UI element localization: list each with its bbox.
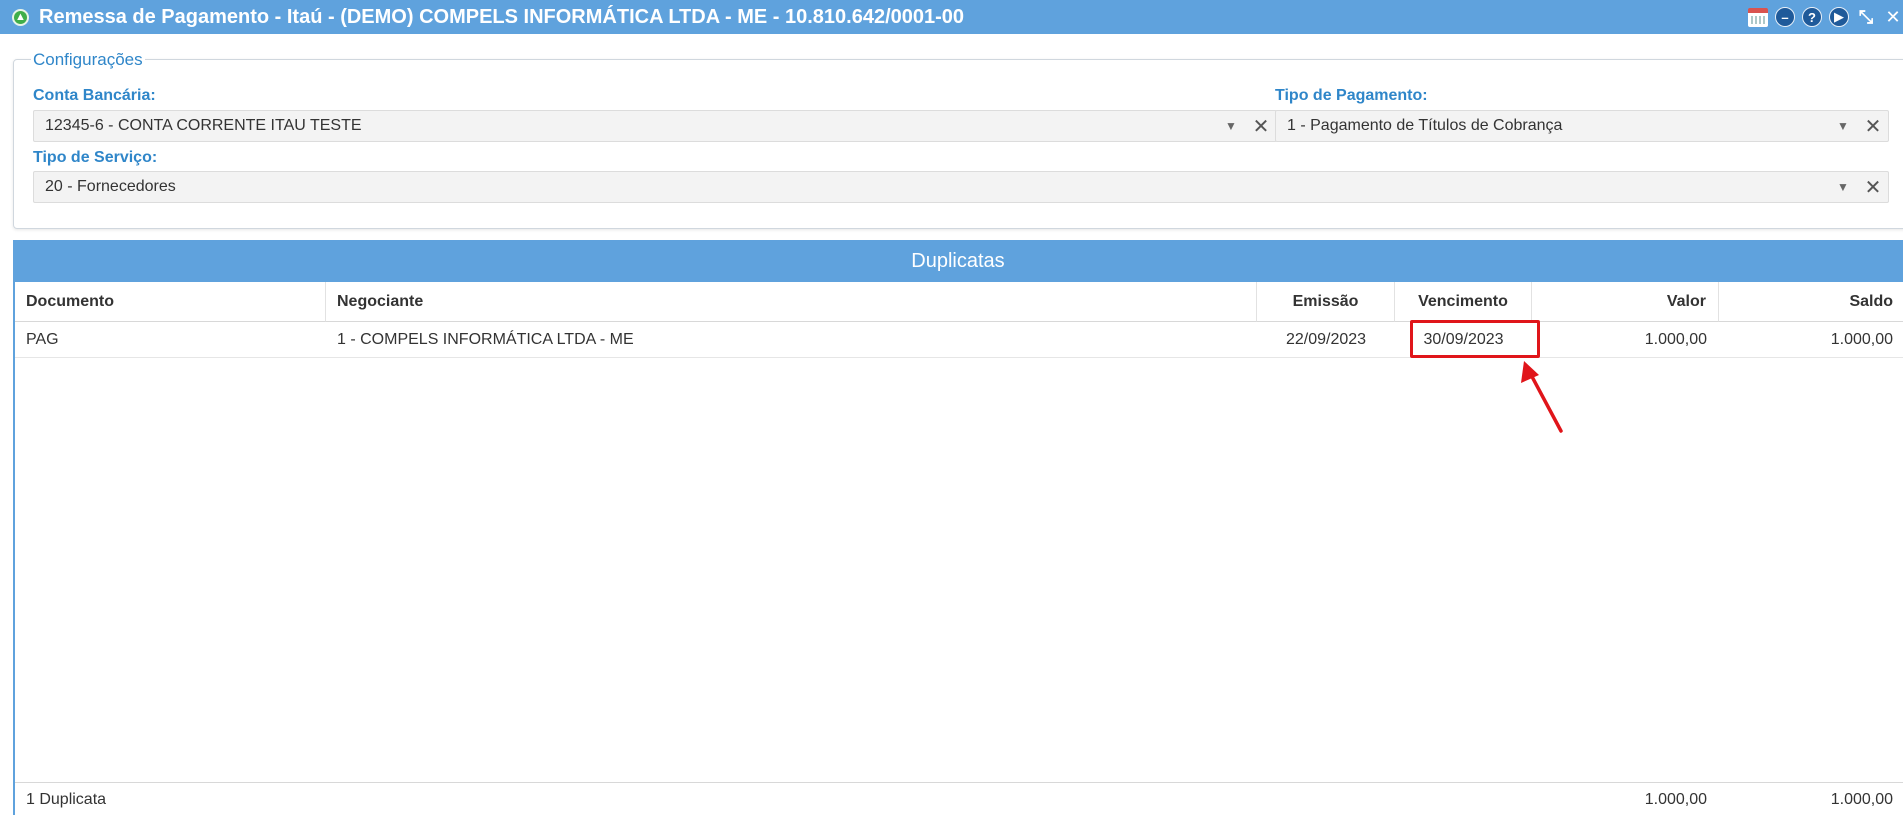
column-header-emissao[interactable]: Emissão — [1257, 282, 1395, 322]
collapse-icon[interactable]: ⤡ — [1856, 7, 1876, 27]
clear-icon[interactable]: ✕ — [1858, 111, 1888, 141]
grid-title: Duplicatas — [13, 240, 1903, 282]
column-header-documento[interactable]: Documento — [15, 282, 326, 322]
app-icon: ▲ — [12, 8, 29, 26]
window-tools: – ? ▶ ⤡ ✕ — [1748, 0, 1903, 34]
cell-saldo[interactable]: 1.000,00 — [1719, 322, 1903, 358]
chevron-down-icon[interactable]: ▼ — [1216, 111, 1246, 141]
window-titlebar: ▲ Remessa de Pagamento - Itaú - (DEMO) C… — [0, 0, 1903, 34]
minimize-icon[interactable]: – — [1775, 7, 1795, 27]
config-fieldset: Configurações Conta Bancária: 12345-6 - … — [13, 50, 1903, 229]
grid-footer: 1 Duplicata 1.000,00 1.000,00 — [15, 782, 1903, 815]
clear-icon[interactable]: ✕ — [1246, 111, 1276, 141]
column-header-saldo[interactable]: Saldo — [1719, 282, 1903, 322]
annotation-arrow-icon — [1521, 361, 1563, 433]
tipo-pagamento-label: Tipo de Pagamento: — [1275, 87, 1428, 104]
footer-valor-total: 1.000,00 — [1644, 791, 1707, 808]
cell-valor[interactable]: 1.000,00 — [1532, 322, 1719, 358]
help-icon[interactable]: ? — [1802, 7, 1822, 27]
chevron-down-icon[interactable]: ▼ — [1828, 111, 1858, 141]
vencimento-highlight-box — [1410, 320, 1540, 358]
tipo-servico-combo[interactable]: 20 - Fornecedores ▼ ✕ — [33, 171, 1889, 203]
footer-count: 1 Duplicata — [26, 791, 107, 808]
column-header-negociante[interactable]: Negociante — [326, 282, 1257, 322]
window-title: Remessa de Pagamento - Itaú - (DEMO) COM… — [39, 5, 965, 28]
column-header-vencimento[interactable]: Vencimento — [1395, 282, 1532, 322]
footer-saldo-total: 1.000,00 — [1830, 791, 1893, 808]
chevron-down-icon[interactable]: ▼ — [1828, 172, 1858, 202]
column-header-valor[interactable]: Valor — [1532, 282, 1719, 322]
duplicatas-grid: Documento Negociante Emissão Vencimento … — [13, 282, 1903, 815]
conta-bancaria-label: Conta Bancária: — [33, 87, 156, 104]
cell-documento[interactable]: PAG — [15, 322, 326, 358]
tipo-servico-value[interactable]: 20 - Fornecedores — [34, 178, 1828, 196]
calendar-icon[interactable] — [1748, 7, 1768, 27]
conta-bancaria-combo[interactable]: 12345-6 - CONTA CORRENTE ITAU TESTE ▼ ✕ — [33, 110, 1277, 142]
tipo-servico-label: Tipo de Serviço: — [33, 149, 158, 166]
close-icon[interactable]: ✕ — [1883, 7, 1903, 27]
conta-bancaria-value[interactable]: 12345-6 - CONTA CORRENTE ITAU TESTE — [34, 117, 1216, 135]
cell-negociante[interactable]: 1 - COMPELS INFORMÁTICA LTDA - ME — [326, 322, 1257, 358]
tipo-pagamento-combo[interactable]: 1 - Pagamento de Títulos de Cobrança ▼ ✕ — [1275, 110, 1889, 142]
cell-emissao[interactable]: 22/09/2023 — [1257, 322, 1395, 358]
config-legend: Configurações — [31, 50, 145, 70]
clear-icon[interactable]: ✕ — [1858, 172, 1888, 202]
play-icon[interactable]: ▶ — [1829, 7, 1849, 27]
tipo-pagamento-value[interactable]: 1 - Pagamento de Títulos de Cobrança — [1276, 117, 1828, 135]
